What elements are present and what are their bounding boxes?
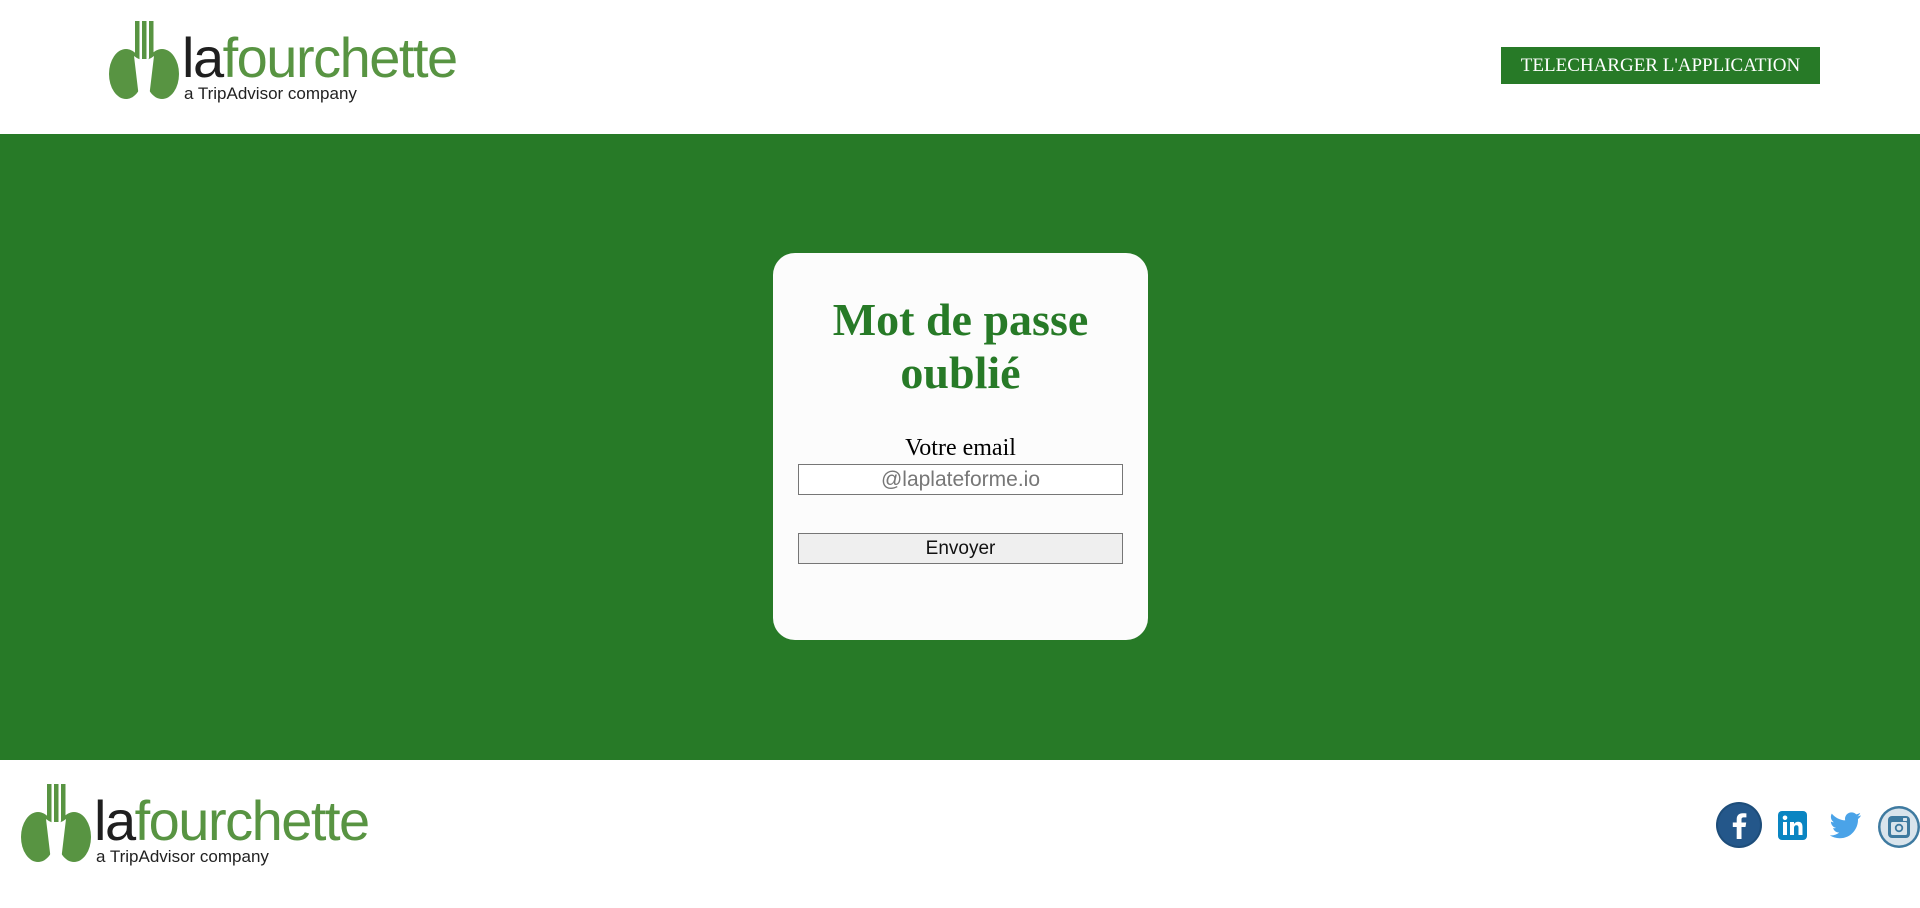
linkedin-icon[interactable] [1778,811,1807,840]
twitter-icon[interactable] [1829,812,1862,840]
brand-tagline: a TripAdvisor company [184,84,357,103]
brand-wordmark: lafourchette [94,793,370,849]
brand-tagline: a TripAdvisor company [96,847,269,866]
fork-leaf-icon [21,784,91,862]
footer-brand-logo[interactable]: lafourchette a TripAdvisor company [20,781,400,871]
brand-logo[interactable]: lafourchette a TripAdvisor company [108,18,488,108]
brand-name: fourchette [134,789,371,852]
brand-prefix: la [182,26,224,89]
brand-name: fourchette [222,26,459,89]
download-app-button[interactable]: TELECHARGER L'APPLICATION [1501,47,1820,84]
site-header: lafourchette a TripAdvisor company TELEC… [0,0,1920,134]
email-field[interactable] [798,464,1123,495]
facebook-icon[interactable] [1716,802,1762,848]
email-label: Votre email [905,435,1016,461]
forgot-password-card: Mot de passe oublié Votre email Envoyer [773,253,1148,640]
send-button[interactable]: Envoyer [798,533,1123,564]
brand-wordmark: lafourchette [182,30,458,86]
instagram-icon[interactable] [1878,806,1920,848]
page-title: Mot de passe oublié [832,294,1089,398]
hero-section: Mot de passe oublié Votre email Envoyer [0,134,1920,760]
brand-prefix: la [94,789,136,852]
fork-leaf-icon [109,21,179,99]
